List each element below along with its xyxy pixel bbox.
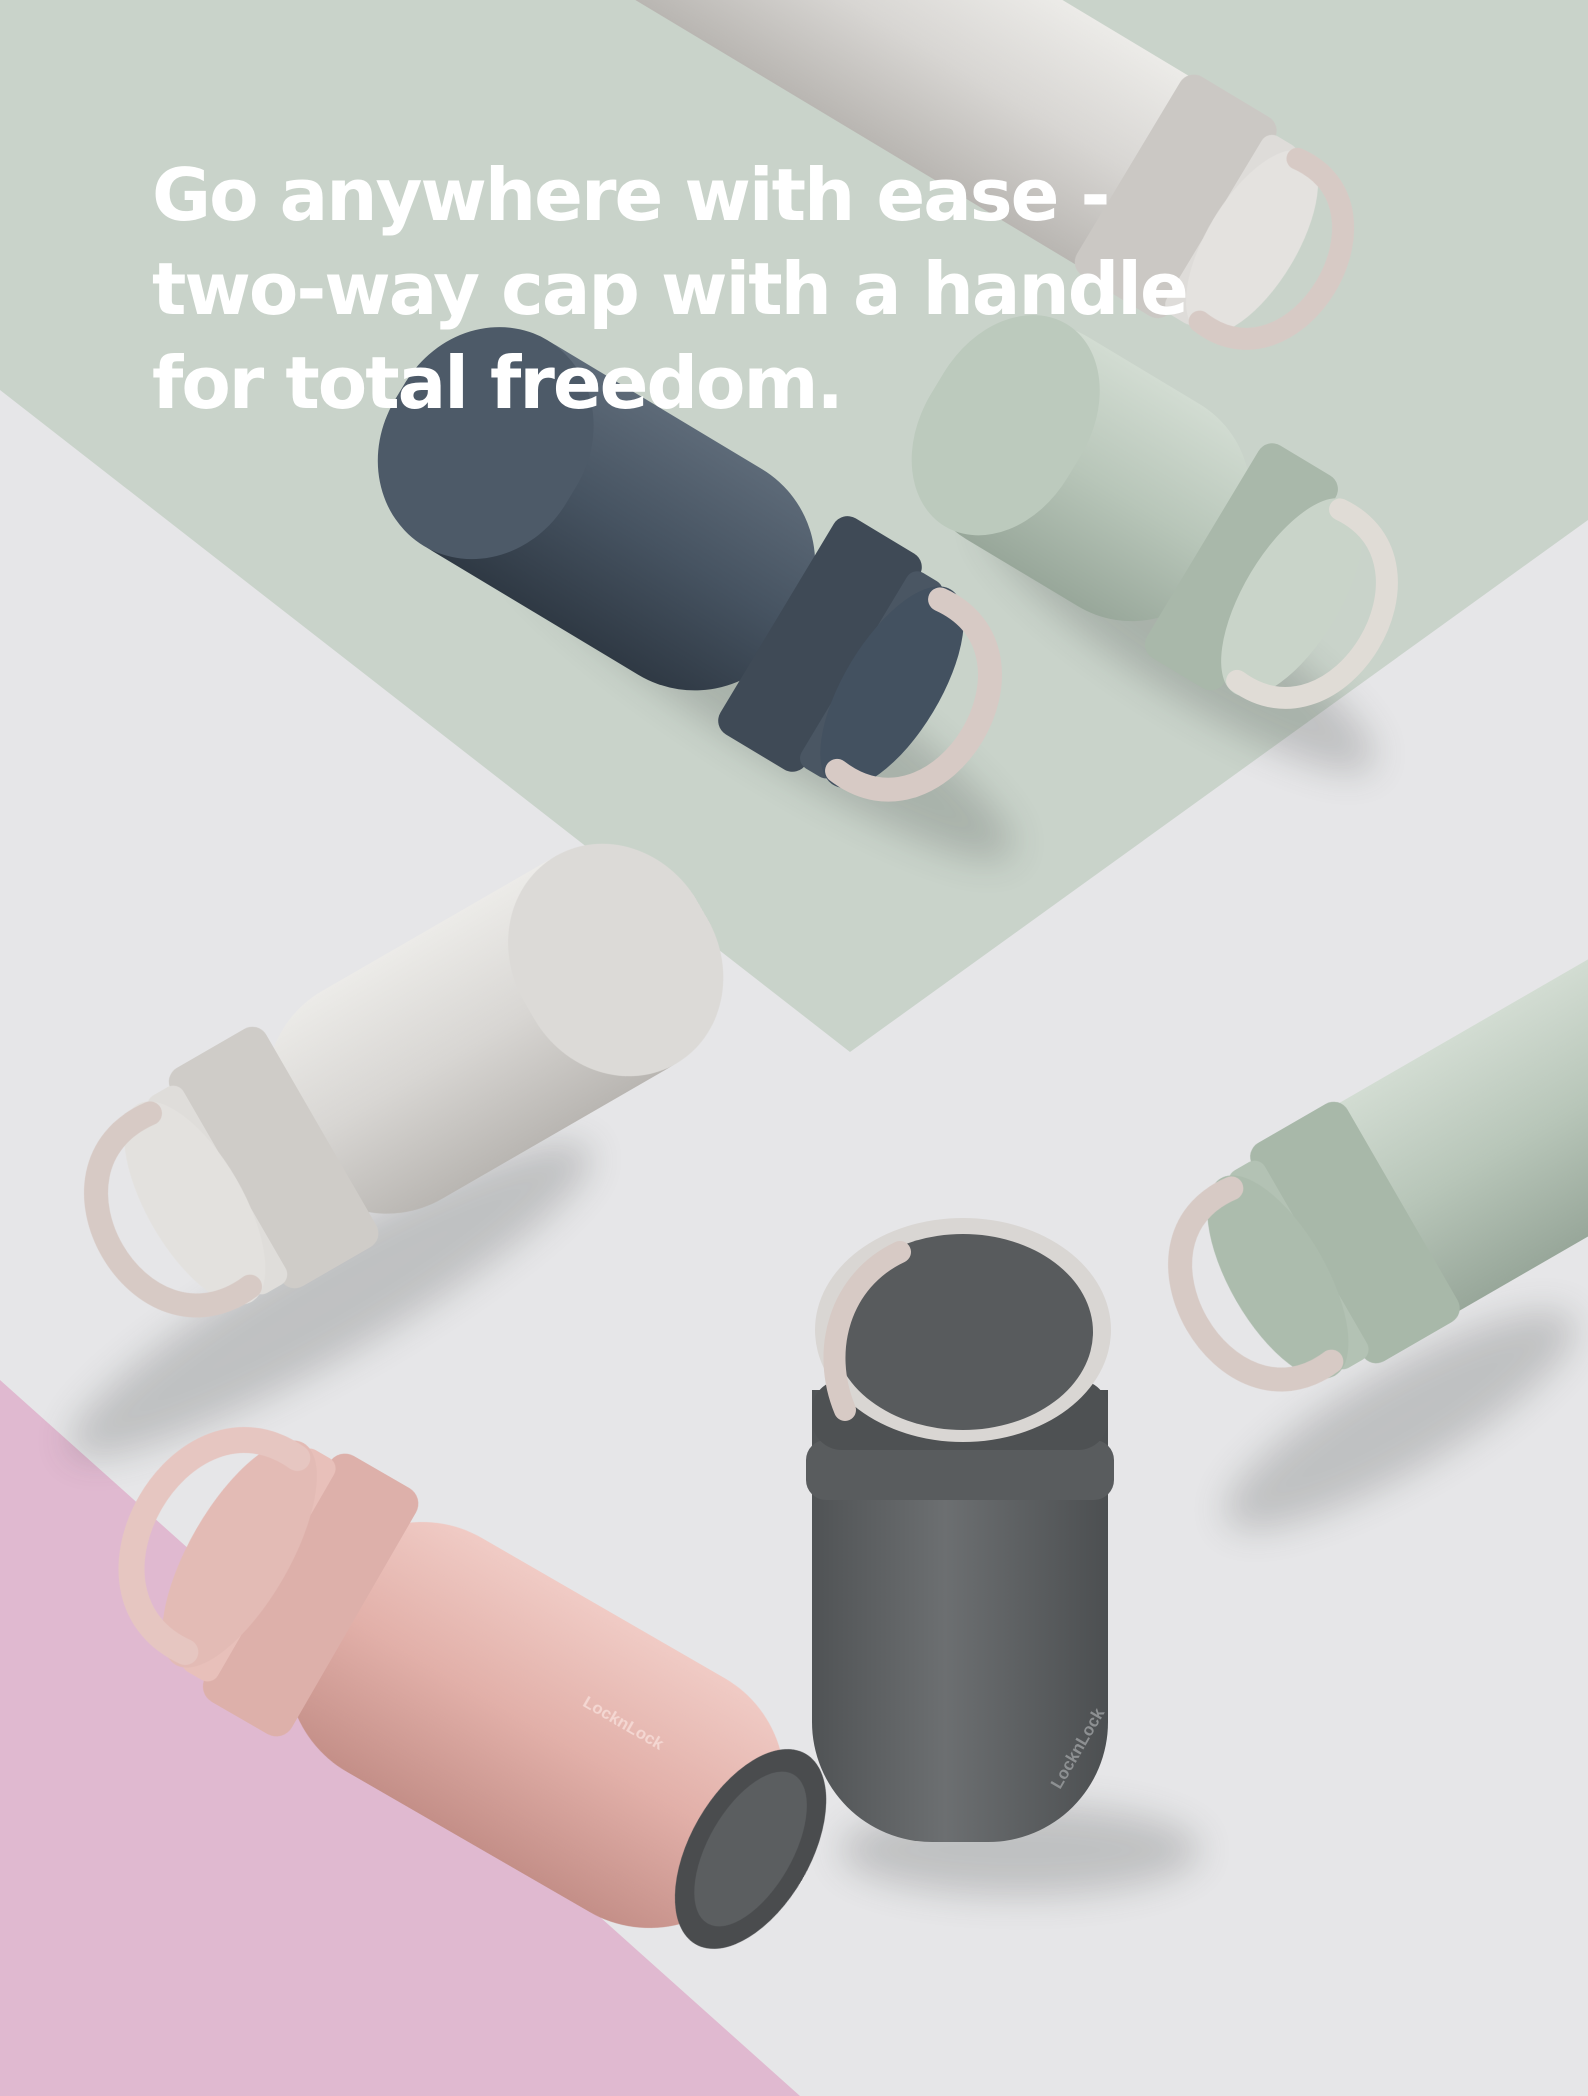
headline-line-2: two-way cap with a handle xyxy=(152,247,1189,331)
headline: Go anywhere with ease - two-way cap with… xyxy=(152,148,1189,430)
bottle-charcoal: LocknLock xyxy=(806,1218,1114,1842)
headline-line-3: for total freedom. xyxy=(152,341,844,425)
headline-line-1: Go anywhere with ease - xyxy=(152,153,1110,237)
